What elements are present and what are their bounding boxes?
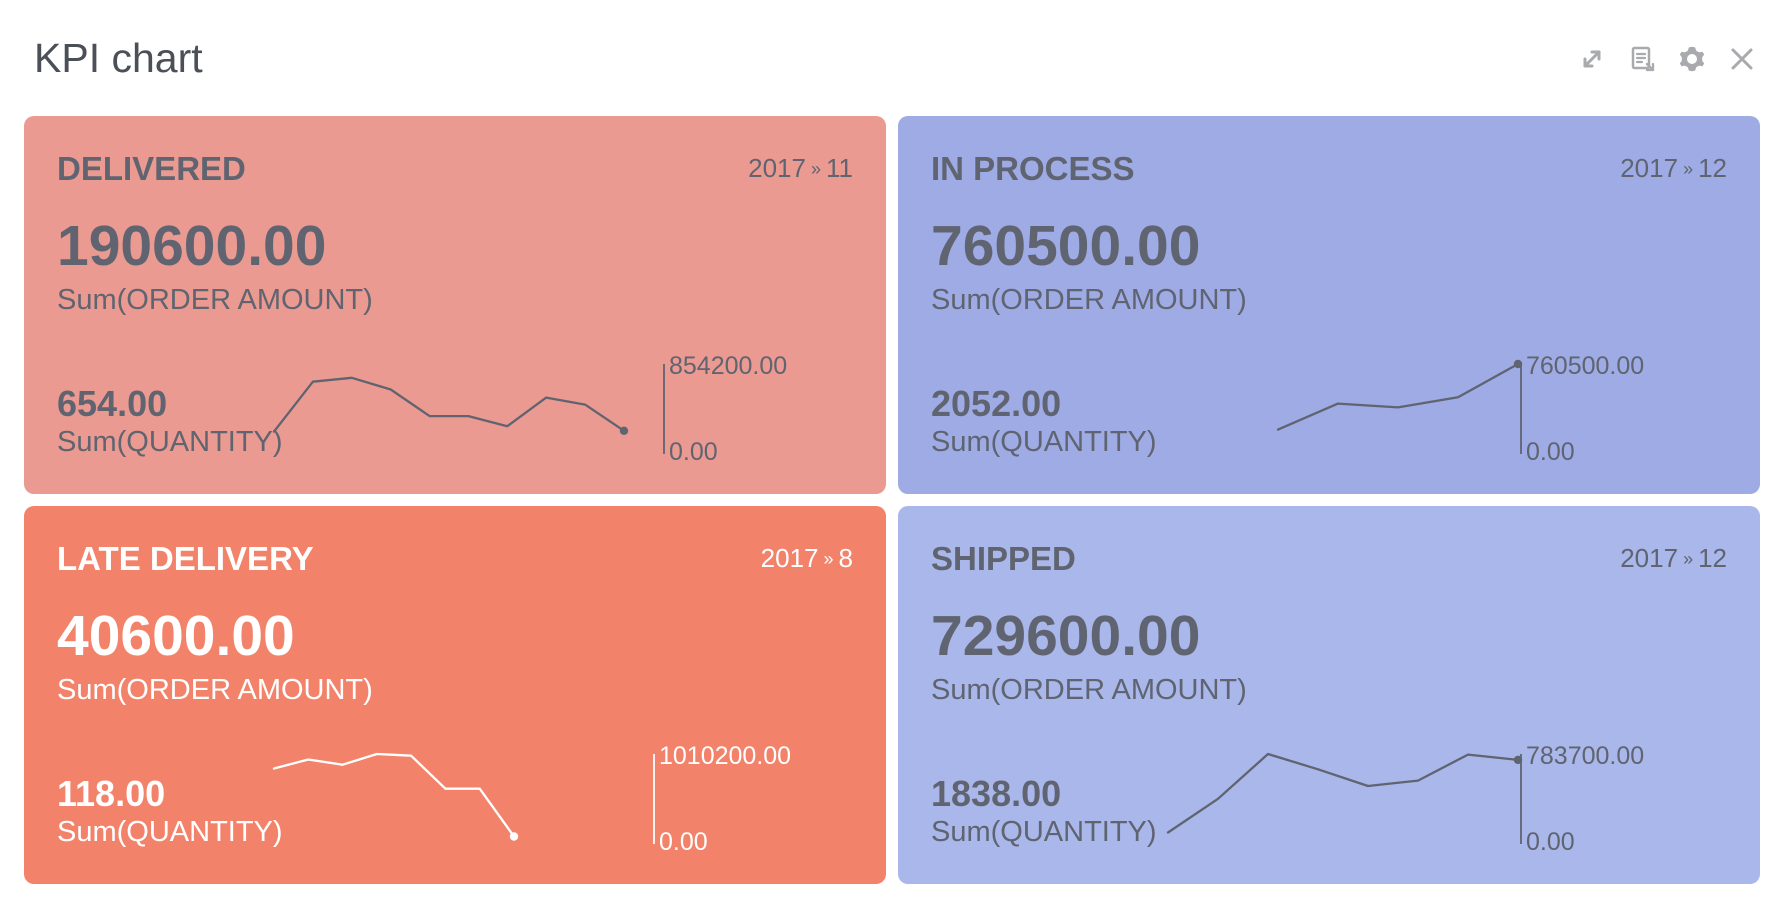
kpi-main-label: Sum(ORDER AMOUNT) [57, 674, 373, 706]
kpi-secondary-value: 2052.00 [931, 383, 1062, 424]
sparkline-min-tick-label: 0.00 [1526, 828, 1575, 856]
kpi-secondary-label: Sum(QUANTITY) [931, 426, 1157, 458]
kpi-card-grid: DELIVERED 2017» 11 190600.00 Sum(ORDER AM… [24, 116, 1761, 884]
sparkline-max-tick-label: 1010200.00 [659, 742, 791, 770]
kpi-secondary-value: 118.00 [57, 773, 166, 814]
gear-icon-graphic [1679, 46, 1705, 72]
sparkline-point [619, 426, 629, 435]
period-year: 2017 [760, 543, 819, 573]
kpi-main-value: 760500.00 [931, 214, 1201, 278]
sparkline-max-tick-label: 760500.00 [1526, 352, 1644, 380]
period-separator: » [1683, 159, 1694, 179]
period-month: 12 [1698, 543, 1727, 573]
kpi-main-label: Sum(ORDER AMOUNT) [57, 284, 373, 316]
kpi-secondary-value: 654.00 [57, 383, 168, 424]
period-year: 2017 [1620, 153, 1679, 183]
kpi-card-late-delivery: LATE DELIVERY 2017» 8 40600.00 Sum(ORDER … [24, 506, 886, 884]
period-separator: » [810, 159, 821, 179]
kpi-secondary-label: Sum(QUANTITY) [57, 426, 283, 458]
sparkline-point [1513, 359, 1523, 369]
sparkline-max-tick-label: 783700.00 [1526, 742, 1644, 770]
period-year: 2017 [1620, 543, 1679, 573]
kpi-main-value: 729600.00 [931, 604, 1201, 668]
widget-toolbar [1547, 38, 1757, 80]
export-icon-graphic [1631, 46, 1655, 72]
period-year: 2017 [748, 153, 806, 183]
kpi-status: DELIVERED [57, 150, 246, 187]
sparkline-point [1513, 755, 1523, 765]
kpi-chart-widget: KPI chart DELIVERED 2017 » 11 190600.00 … [0, 0, 1777, 924]
kpi-secondary-value: 1838.00 [931, 773, 1062, 814]
kpi-main-value: 190600.00 [57, 214, 327, 278]
kpi-period: 2017» 12 [1620, 542, 1727, 575]
period-month: 11 [826, 153, 853, 183]
sparkline-chart: 854200.00 0.00 [272, 352, 787, 466]
sparkline-max-tick-label: 854200.00 [669, 352, 787, 380]
kpi-card-in-process: IN PROCESS 2017» 12 760500.00 Sum(ORDER A… [898, 116, 1760, 494]
expand-icon-graphic [1583, 50, 1601, 68]
sparkline-point [509, 832, 519, 841]
kpi-period: 2017» 8 [761, 542, 853, 575]
sparkline-series-line [1276, 362, 1520, 431]
widget-header: KPI chart [0, 0, 1777, 110]
kpi-period: 2017» 11 [748, 152, 853, 185]
kpi-card-shipped: SHIPPED 2017» 12 729600.00 Sum(ORDER AMOU… [898, 506, 1760, 884]
period-month: 8 [838, 543, 853, 573]
kpi-status: SHIPPED [931, 540, 1076, 577]
sparkline-min-tick-label: 0.00 [659, 828, 708, 856]
close-icon[interactable] [1727, 44, 1757, 74]
sparkline-chart: 783700.00 0.00 [1166, 742, 1644, 856]
sparkline-series-line [272, 752, 516, 838]
expand-icon[interactable] [1577, 44, 1607, 74]
sparkline-series-line [1166, 752, 1520, 834]
kpi-main-label: Sum(ORDER AMOUNT) [931, 674, 1247, 706]
kpi-main-value: 40600.00 [57, 604, 295, 668]
kpi-secondary-label: Sum(QUANTITY) [931, 816, 1157, 848]
kpi-main-label: Sum(ORDER AMOUNT) [931, 284, 1247, 316]
export-icon[interactable] [1627, 44, 1657, 74]
sparkline-min-tick-label: 0.00 [1526, 438, 1575, 466]
kpi-card-delivered: DELIVERED 2017» 11 190600.00 Sum(ORDER AM… [24, 116, 886, 494]
kpi-period: 2017» 12 [1620, 152, 1727, 185]
sparkline-chart: 760500.00 0.00 [1276, 352, 1644, 466]
kpi-status: IN PROCESS [931, 150, 1135, 187]
sparkline-series-line [272, 376, 626, 433]
period-separator: » [1683, 549, 1694, 569]
widget-title: KPI chart [34, 35, 203, 81]
kpi-status: LATE DELIVERY [57, 540, 314, 577]
sparkline-chart: 1010200.00 0.00 [272, 742, 791, 856]
close-icon-graphic [1731, 48, 1753, 70]
period-month: 12 [1698, 153, 1727, 183]
sparkline-min-tick-label: 0.00 [669, 438, 718, 466]
gear-icon[interactable] [1677, 44, 1707, 74]
period-separator: » [823, 549, 834, 569]
kpi-secondary-label: Sum(QUANTITY) [57, 816, 283, 848]
